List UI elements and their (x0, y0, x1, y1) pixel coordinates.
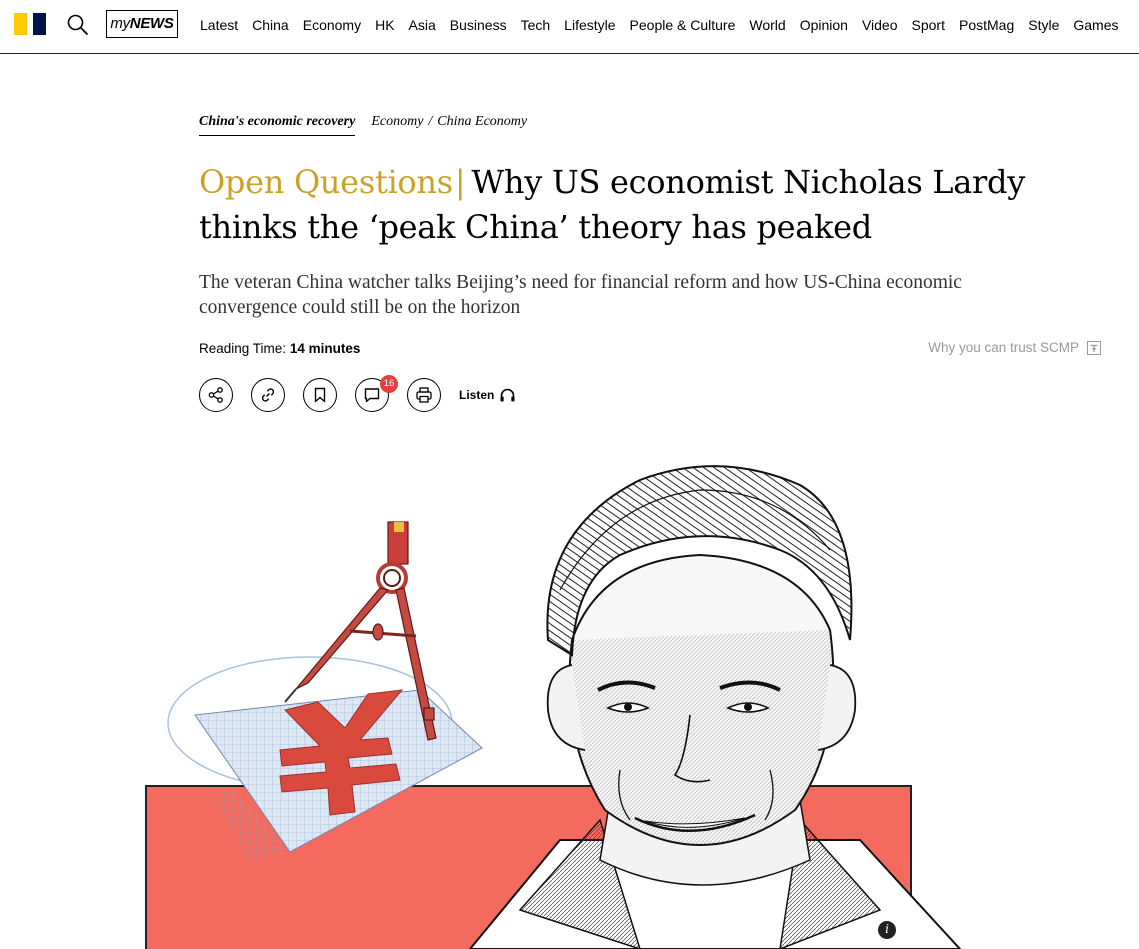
comment-button[interactable]: 16 (355, 375, 398, 412)
nav-item-lifestyle[interactable]: Lifestyle (564, 17, 615, 33)
share-icon (208, 387, 223, 403)
trust-link[interactable]: Why you can trust SCMP (928, 340, 1101, 355)
comment-icon (364, 388, 380, 403)
main-nav: Latest China Economy HK Asia Business Te… (200, 0, 1132, 50)
nav-item-postmag[interactable]: PostMag (959, 17, 1014, 33)
article-actions: 16 Listen (199, 375, 516, 412)
nav-item-world[interactable]: World (749, 17, 785, 33)
breadcrumb: China's economic recovery Economy / China … (199, 114, 527, 136)
section-link[interactable]: Economy (371, 114, 423, 129)
nav-item-style[interactable]: Style (1028, 17, 1059, 33)
bookmark-icon (314, 387, 326, 403)
info-icon[interactable]: i (877, 920, 897, 940)
mynews-prefix: my (110, 15, 130, 32)
nav-item-sport[interactable]: Sport (912, 17, 945, 33)
site-header: myNEWS Latest China Economy HK Asia Busi… (0, 0, 1139, 54)
series-label[interactable]: Open Questions (199, 163, 453, 201)
listen-button[interactable]: Listen (459, 387, 516, 403)
topic-link[interactable]: China's economic recovery (199, 114, 356, 136)
mynews-suffix: NEWS (129, 15, 174, 32)
trust-icon (1087, 340, 1101, 355)
nav-item-economy[interactable]: Economy (303, 17, 361, 33)
nav-item-people-culture[interactable]: People & Culture (630, 17, 736, 33)
print-button[interactable] (407, 378, 441, 412)
logo-yellow-block (14, 13, 27, 35)
trust-text: Why you can trust SCMP (928, 340, 1079, 355)
series-separator: | (454, 163, 466, 201)
subheadline: The veteran China watcher talks Beijing’… (199, 272, 962, 318)
reading-time-value: 14 minutes (289, 341, 361, 356)
scmp-logo[interactable] (14, 13, 48, 35)
hero-illustration (145, 465, 962, 949)
nav-item-china[interactable]: China (252, 17, 289, 33)
nav-item-opinion[interactable]: Opinion (800, 17, 848, 33)
nav-item-latest[interactable]: Latest (200, 17, 238, 33)
comment-count-badge: 16 (380, 375, 398, 393)
link-icon (261, 388, 275, 402)
share-button[interactable] (199, 378, 233, 412)
print-icon (416, 387, 432, 403)
nav-item-tech[interactable]: Tech (521, 17, 551, 33)
bookmark-button[interactable] (303, 378, 337, 412)
nav-item-asia[interactable]: Asia (409, 17, 436, 33)
nav-item-hk[interactable]: HK (375, 17, 394, 33)
nav-item-games[interactable]: Games (1073, 17, 1118, 33)
section-path: Economy / China Economy (371, 114, 527, 130)
copy-link-button[interactable] (251, 378, 285, 412)
logo-navy-block (33, 13, 46, 35)
portrait (468, 465, 962, 949)
reading-time-label: Reading Time: (199, 341, 287, 356)
headphones-icon (500, 388, 515, 402)
reading-time: Reading Time: 14 minutes (199, 341, 360, 356)
subsection-link[interactable]: China Economy (437, 114, 527, 129)
nav-item-video[interactable]: Video (862, 17, 898, 33)
mynews-button[interactable]: myNEWS (106, 10, 178, 38)
search-icon[interactable] (66, 13, 90, 37)
nav-item-business[interactable]: Business (450, 17, 507, 33)
headline: Open Questions| Why US economist Nicholas… (199, 160, 1109, 250)
breadcrumb-separator: / (428, 114, 433, 129)
listen-label: Listen (459, 388, 495, 402)
